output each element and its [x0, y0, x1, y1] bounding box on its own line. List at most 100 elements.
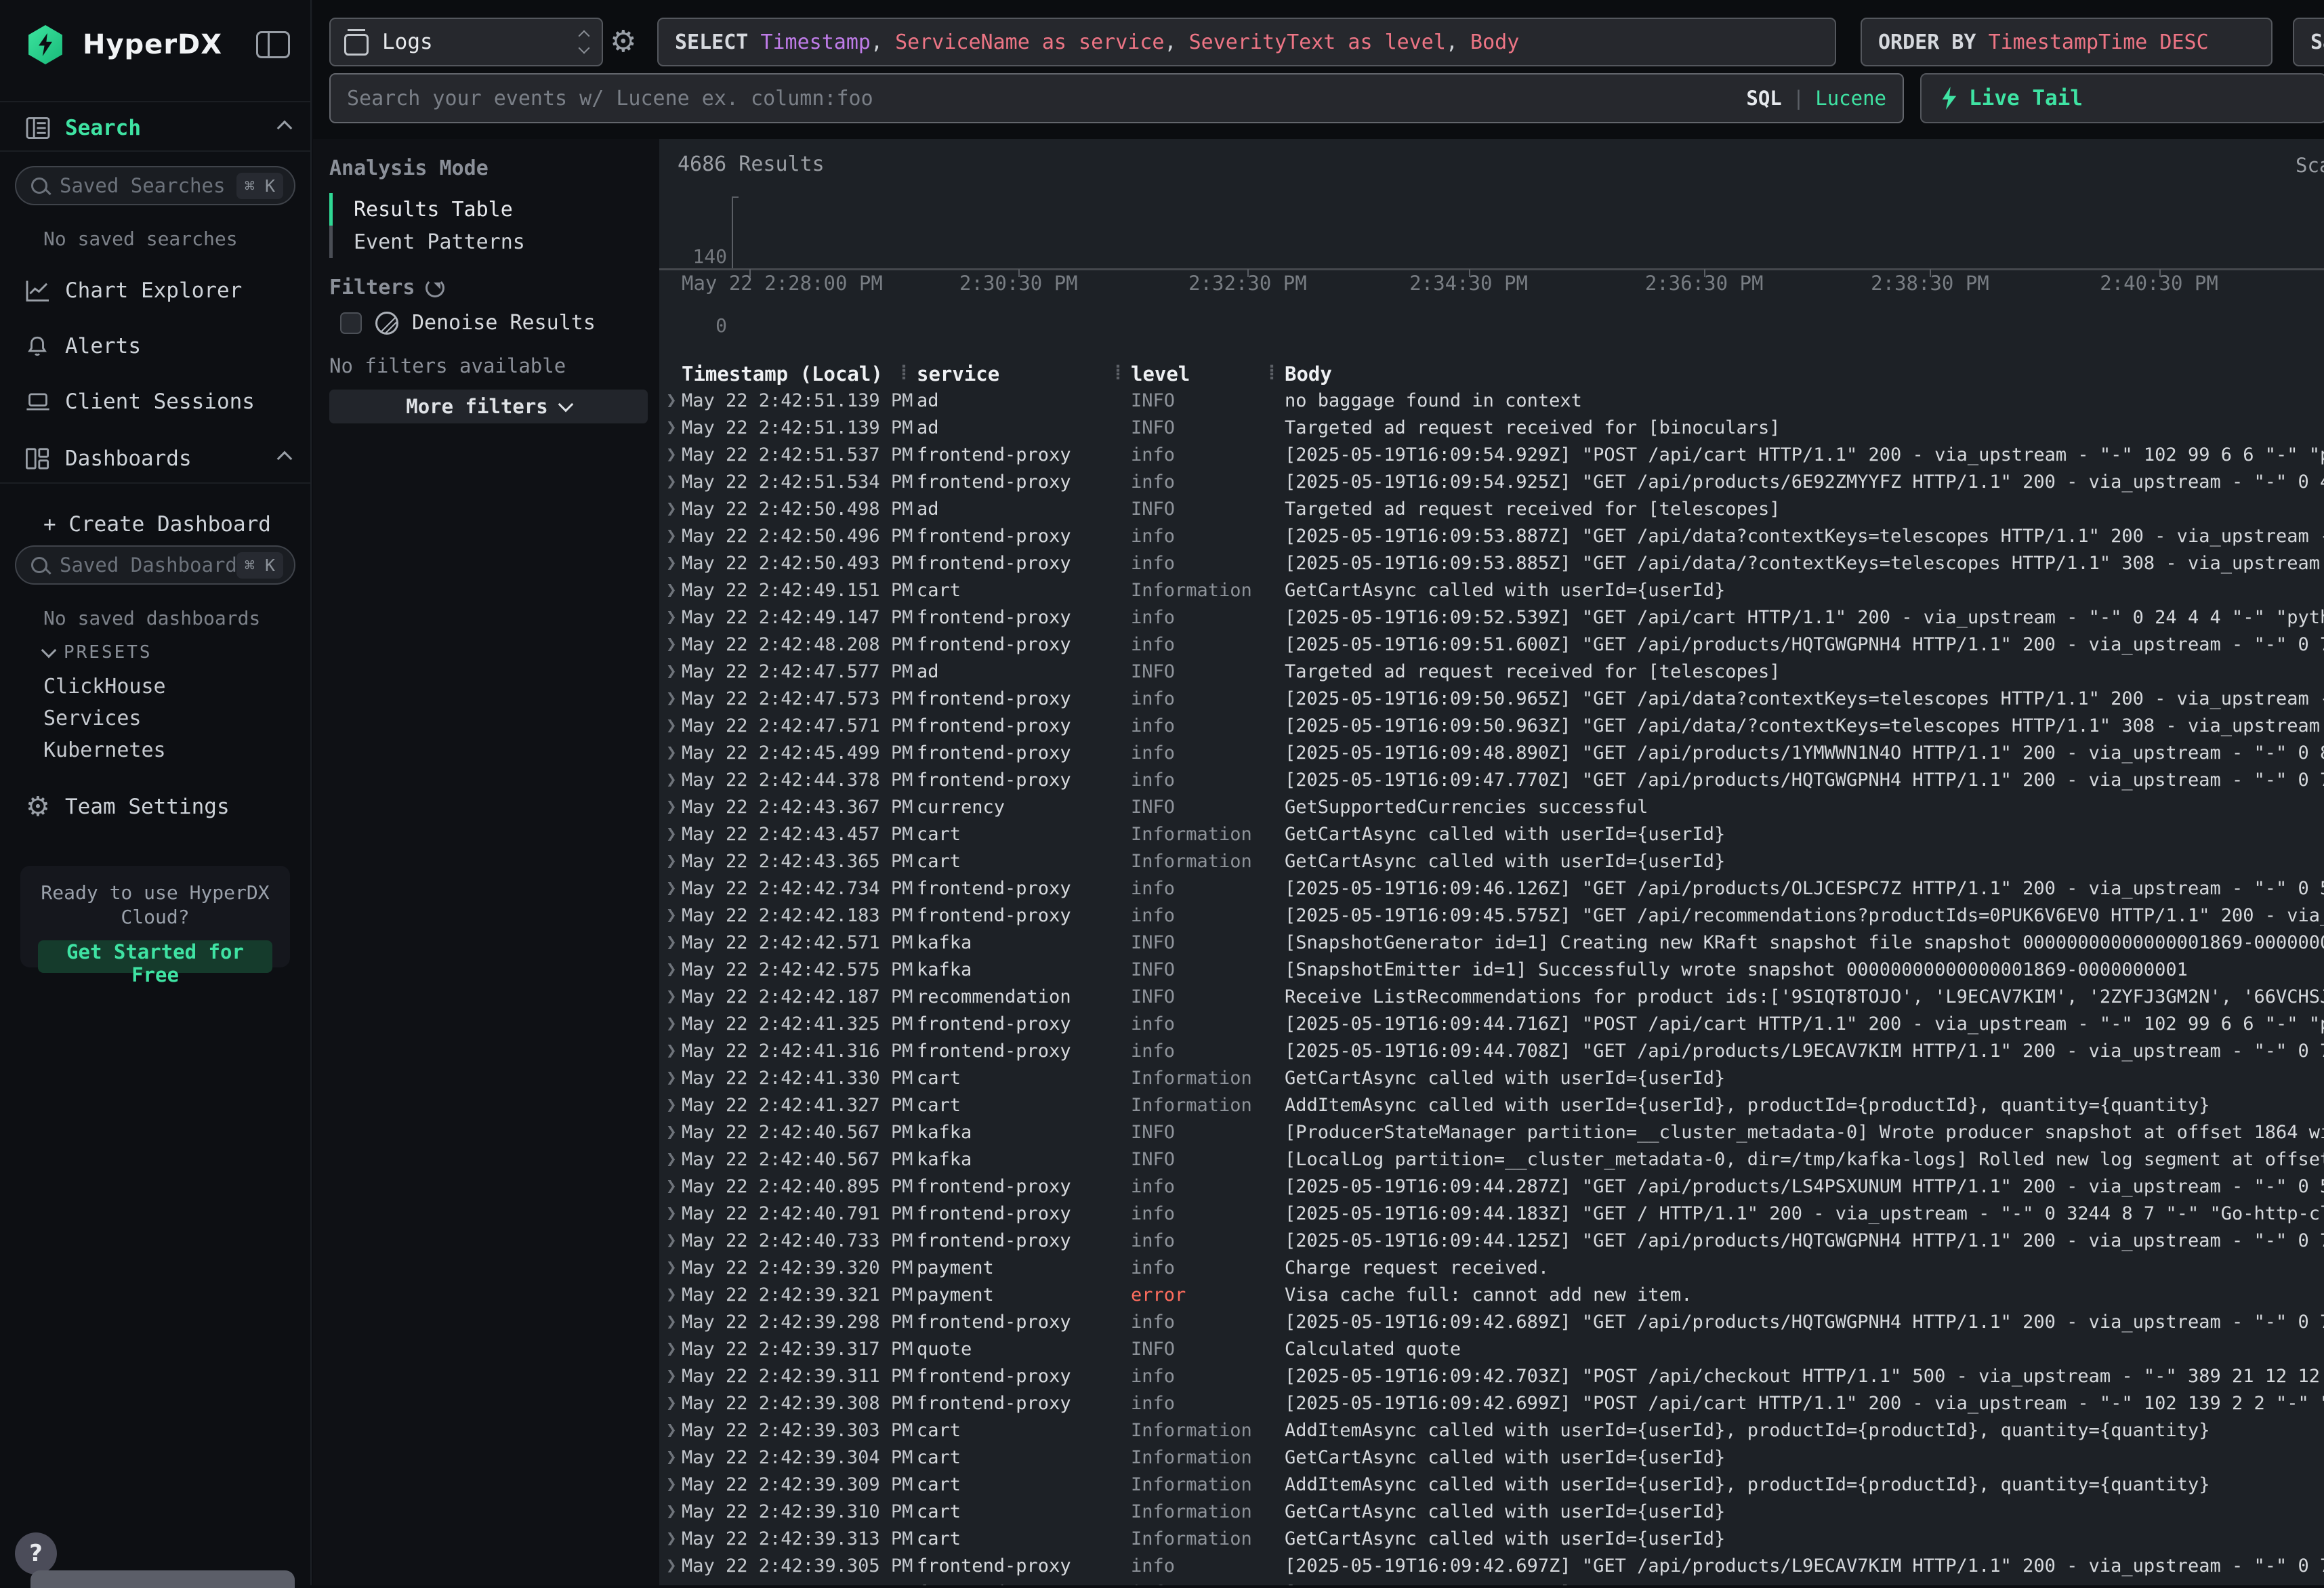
table-row[interactable]: ❯May 22 2:42:40.791 PMfrontend-proxyinfo…	[659, 1200, 2324, 1227]
more-filters-button[interactable]: More filters	[329, 390, 648, 423]
row-expand-chevron-icon[interactable]: ❯	[666, 797, 677, 817]
table-row[interactable]: ❯May 22 2:42:45.499 PMfrontend-proxyinfo…	[659, 739, 2324, 766]
row-expand-chevron-icon[interactable]: ❯	[666, 1257, 677, 1278]
select-clause-input[interactable]: SELECT Timestamp, ServiceName as service…	[657, 18, 1836, 66]
column-resize-handle[interactable]: ⁞	[1112, 361, 1123, 386]
table-row[interactable]: ❯May 22 2:42:41.327 PMcartInformationAdd…	[659, 1091, 2324, 1119]
row-expand-chevron-icon[interactable]: ❯	[666, 1501, 677, 1522]
row-expand-chevron-icon[interactable]: ❯	[666, 1149, 677, 1169]
sidebar-collapse-icon[interactable]	[256, 31, 290, 58]
table-row[interactable]: ❯May 22 2:42:43.367 PMcurrencyINFOGetSup…	[659, 793, 2324, 820]
row-expand-chevron-icon[interactable]: ❯	[666, 1284, 677, 1305]
table-row[interactable]: ❯May 22 2:42:47.573 PMfrontend-proxyinfo…	[659, 685, 2324, 712]
row-expand-chevron-icon[interactable]: ❯	[666, 1393, 677, 1413]
table-row[interactable]: ❯May 22 2:42:39.317 PMquoteINFOCalculate…	[659, 1335, 2324, 1362]
row-expand-chevron-icon[interactable]: ❯	[666, 743, 677, 763]
row-expand-chevron-icon[interactable]: ❯	[666, 986, 677, 1007]
row-expand-chevron-icon[interactable]: ❯	[666, 1176, 677, 1196]
row-expand-chevron-icon[interactable]: ❯	[666, 1014, 677, 1034]
row-expand-chevron-icon[interactable]: ❯	[666, 472, 677, 492]
source-select[interactable]: Logs	[329, 18, 603, 66]
sidebar-item-alerts[interactable]: Alerts	[26, 327, 290, 366]
lang-lucene-toggle[interactable]: Lucene	[1815, 87, 1886, 110]
live-tail-button[interactable]: Live Tail	[1920, 73, 2324, 123]
analysis-mode-results-table[interactable]: Results Table	[329, 193, 646, 226]
row-expand-chevron-icon[interactable]: ❯	[666, 959, 677, 980]
help-button[interactable]: ?	[15, 1532, 57, 1574]
table-row[interactable]: ❯May 22 2:42:44.378 PMfrontend-proxyinfo…	[659, 766, 2324, 793]
row-expand-chevron-icon[interactable]: ❯	[666, 1528, 677, 1549]
table-row[interactable]: ❯May 22 2:42:43.365 PMcartInformationGet…	[659, 848, 2324, 875]
table-row[interactable]: ❯May 22 2:42:40.567 PMkafkaINFO[LocalLog…	[659, 1146, 2324, 1173]
row-expand-chevron-icon[interactable]: ❯	[666, 526, 677, 546]
table-row[interactable]: ❯May 22 2:42:39.306 PMfrontend-proxyinfo…	[659, 1579, 2324, 1585]
sidebar-item-client-sessions[interactable]: Client Sessions	[26, 382, 290, 421]
row-expand-chevron-icon[interactable]: ❯	[666, 851, 677, 871]
row-expand-chevron-icon[interactable]: ❯	[666, 770, 677, 790]
row-expand-chevron-icon[interactable]: ❯	[666, 1041, 677, 1061]
table-row[interactable]: ❯May 22 2:42:39.321 PMpaymenterrorVisa c…	[659, 1281, 2324, 1308]
table-row[interactable]: ❯May 22 2:42:39.298 PMfrontend-proxyinfo…	[659, 1308, 2324, 1335]
table-row[interactable]: ❯May 22 2:42:42.183 PMfrontend-proxyinfo…	[659, 902, 2324, 929]
table-row[interactable]: ❯May 22 2:42:42.187 PMrecommendationINFO…	[659, 983, 2324, 1010]
table-row[interactable]: ❯May 22 2:42:39.309 PMcartInformationAdd…	[659, 1471, 2324, 1498]
lang-sql-toggle[interactable]: SQL	[1746, 87, 1781, 110]
table-row[interactable]: ❯May 22 2:42:42.734 PMfrontend-proxyinfo…	[659, 875, 2324, 902]
row-expand-chevron-icon[interactable]: ❯	[666, 932, 677, 953]
row-expand-chevron-icon[interactable]: ❯	[666, 1583, 677, 1585]
row-expand-chevron-icon[interactable]: ❯	[666, 634, 677, 654]
table-row[interactable]: ❯May 22 2:42:50.498 PMadINFOTargeted ad …	[659, 495, 2324, 522]
row-expand-chevron-icon[interactable]: ❯	[666, 1366, 677, 1386]
table-row[interactable]: ❯May 22 2:42:48.208 PMfrontend-proxyinfo…	[659, 631, 2324, 658]
get-started-button[interactable]: Get Started for Free	[38, 940, 272, 973]
row-expand-chevron-icon[interactable]: ❯	[666, 499, 677, 519]
row-expand-chevron-icon[interactable]: ❯	[666, 1420, 677, 1440]
row-expand-chevron-icon[interactable]: ❯	[666, 1122, 677, 1142]
table-row[interactable]: ❯May 22 2:42:39.305 PMfrontend-proxyinfo…	[659, 1552, 2324, 1579]
table-row[interactable]: ❯May 22 2:42:40.733 PMfrontend-proxyinfo…	[659, 1227, 2324, 1254]
table-row[interactable]: ❯May 22 2:42:39.313 PMcartInformationGet…	[659, 1525, 2324, 1552]
table-row[interactable]: ❯May 22 2:42:47.571 PMfrontend-proxyinfo…	[659, 712, 2324, 739]
sidebar-item-dashboards[interactable]: Dashboards	[26, 439, 290, 478]
saved-searches-input[interactable]: Saved Searches ⌘ K	[15, 166, 295, 205]
row-expand-chevron-icon[interactable]: ❯	[666, 715, 677, 736]
table-row[interactable]: ❯May 22 2:42:39.310 PMcartInformationGet…	[659, 1498, 2324, 1525]
denoise-results-toggle[interactable]: Denoise Results	[340, 311, 596, 335]
column-header-timestamp[interactable]: Timestamp (Local)	[682, 362, 883, 385]
saved-dashboards-input[interactable]: Saved Dashboards ⌘ K	[15, 545, 295, 585]
row-expand-chevron-icon[interactable]: ❯	[666, 1447, 677, 1467]
preset-item-kubernetes[interactable]: Kubernetes	[43, 738, 166, 762]
sidebar-item-team-settings[interactable]: ⚙ Team Settings	[26, 787, 290, 827]
table-row[interactable]: ❯May 22 2:42:41.330 PMcartInformationGet…	[659, 1064, 2324, 1091]
row-expand-chevron-icon[interactable]: ❯	[666, 1339, 677, 1359]
table-row[interactable]: ❯May 22 2:42:43.457 PMcartInformationGet…	[659, 820, 2324, 848]
row-expand-chevron-icon[interactable]: ❯	[666, 390, 677, 411]
column-header-body[interactable]: Body	[1285, 362, 1332, 385]
table-row[interactable]: ❯May 22 2:42:39.303 PMcartInformationAdd…	[659, 1417, 2324, 1444]
source-settings-gear-icon[interactable]: ⚙	[610, 27, 636, 57]
row-expand-chevron-icon[interactable]: ❯	[666, 580, 677, 600]
row-expand-chevron-icon[interactable]: ❯	[666, 1068, 677, 1088]
table-row[interactable]: ❯May 22 2:42:51.537 PMfrontend-proxyinfo…	[659, 441, 2324, 468]
column-resize-handle[interactable]: ⁞	[898, 361, 909, 386]
denoise-checkbox[interactable]	[340, 312, 362, 334]
table-row[interactable]: ❯May 22 2:42:51.139 PMadINFOno baggage f…	[659, 387, 2324, 414]
preset-item-clickhouse[interactable]: ClickHouse	[43, 675, 166, 698]
table-row[interactable]: ❯May 22 2:42:41.325 PMfrontend-proxyinfo…	[659, 1010, 2324, 1037]
table-row[interactable]: ❯May 22 2:42:49.151 PMcartInformationGet…	[659, 577, 2324, 604]
table-row[interactable]: ❯May 22 2:42:40.895 PMfrontend-proxyinfo…	[659, 1173, 2324, 1200]
create-dashboard-button[interactable]: + Create Dashboard	[43, 505, 290, 544]
row-expand-chevron-icon[interactable]: ❯	[666, 444, 677, 465]
preset-item-services[interactable]: Services	[43, 707, 142, 730]
row-expand-chevron-icon[interactable]: ❯	[666, 1095, 677, 1115]
table-row[interactable]: ❯May 22 2:42:47.577 PMadINFOTargeted ad …	[659, 658, 2324, 685]
table-row[interactable]: ❯May 22 2:42:42.575 PMkafkaINFO[Snapshot…	[659, 956, 2324, 983]
table-row[interactable]: ❯May 22 2:42:39.308 PMfrontend-proxyinfo…	[659, 1390, 2324, 1417]
row-expand-chevron-icon[interactable]: ❯	[666, 553, 677, 573]
row-expand-chevron-icon[interactable]: ❯	[666, 1312, 677, 1332]
table-row[interactable]: ❯May 22 2:42:50.496 PMfrontend-proxyinfo…	[659, 522, 2324, 549]
presets-section-toggle[interactable]: PRESETS	[43, 642, 152, 663]
table-row[interactable]: ❯May 22 2:42:40.567 PMkafkaINFO[Producer…	[659, 1119, 2324, 1146]
row-expand-chevron-icon[interactable]: ❯	[666, 688, 677, 709]
table-row[interactable]: ❯May 22 2:42:50.493 PMfrontend-proxyinfo…	[659, 549, 2324, 577]
